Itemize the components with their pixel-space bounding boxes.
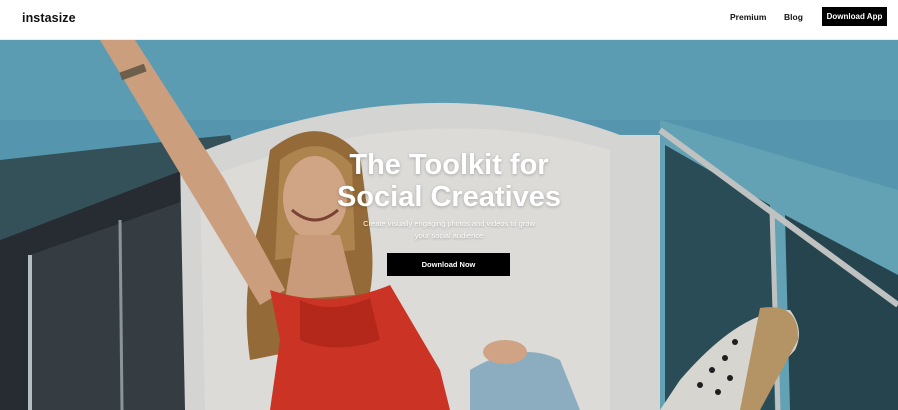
download-app-button[interactable]: Download App	[822, 7, 887, 26]
download-now-button[interactable]: Download Now	[387, 253, 510, 276]
hero-section: The Toolkit for Social Creatives Create …	[0, 40, 898, 410]
hero-subtext-line1: Create visually engaging photos and vide…	[363, 219, 535, 228]
site-header: instasize Premium Blog Download App	[0, 0, 898, 40]
brand-logo[interactable]: instasize	[22, 11, 76, 25]
hero-headline-line2: Social Creatives	[336, 181, 562, 213]
hero-subtext-line2: your social audience	[414, 231, 484, 240]
nav-link-premium[interactable]: Premium	[730, 12, 766, 22]
hero-headline-line1: The Toolkit for	[349, 149, 549, 181]
nav-link-blog[interactable]: Blog	[784, 12, 803, 22]
